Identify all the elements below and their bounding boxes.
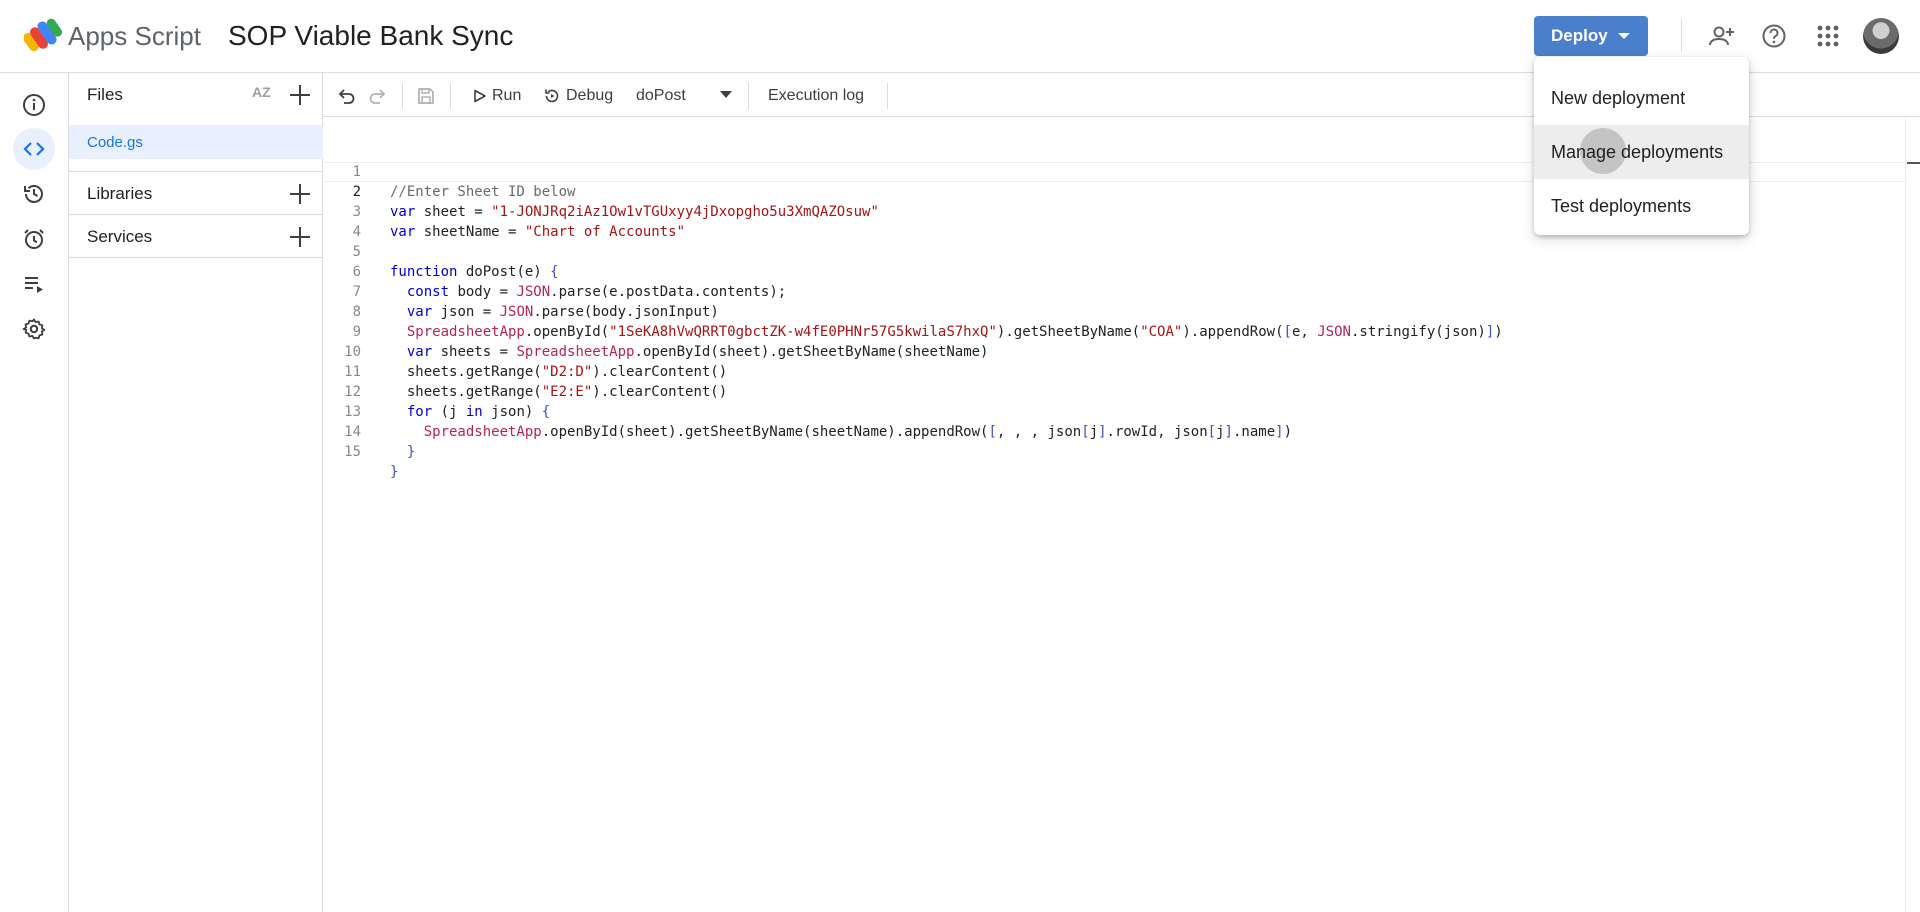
add-library-icon[interactable] (288, 182, 312, 206)
code-line[interactable]: 15 } (323, 422, 1905, 480)
toolbar-divider (748, 83, 749, 109)
run-label: Run (492, 87, 522, 104)
settings-icon[interactable] (13, 308, 55, 350)
deploy-button[interactable]: Deploy (1534, 16, 1648, 56)
undo-icon[interactable] (337, 83, 357, 109)
line-number: 15 (344, 444, 361, 460)
left-navigation-rail (0, 73, 69, 912)
toolbar-divider (887, 83, 888, 109)
menu-item-label: Test deployments (1551, 195, 1692, 216)
code-line[interactable]: 10 sheets.getRange("D2:D").clearContent(… (323, 322, 1905, 380)
redo-icon[interactable] (367, 83, 387, 109)
code-line[interactable]: 11 sheets.getRange("E2:E").clearContent(… (323, 342, 1905, 400)
menu-item-manage-deployments[interactable]: Manage deployments (1534, 125, 1749, 179)
menu-item-test-deployments[interactable]: Test deployments (1534, 179, 1749, 233)
deploy-menu: New deployment Manage deployments Test d… (1534, 57, 1749, 235)
file-item-code-gs[interactable]: Code.gs (69, 125, 323, 159)
add-person-icon[interactable] (1706, 20, 1738, 52)
section-divider (69, 257, 323, 258)
code-line[interactable]: 13 SpreadsheetApp.openById(sheet).getShe… (323, 382, 1905, 440)
sort-az-icon[interactable]: AZ (252, 84, 271, 100)
code-line[interactable]: 8 SpreadsheetApp.openById("1SeKA8hVwQRRT… (323, 282, 1905, 340)
menu-item-new-deployment[interactable]: New deployment (1534, 71, 1749, 125)
project-title[interactable]: SOP Viable Bank Sync (228, 20, 513, 52)
editor-scrollbar[interactable] (1905, 117, 1920, 912)
debug-icon (545, 89, 559, 103)
run-button[interactable]: Run (473, 83, 521, 109)
files-panel: Files AZ Code.gs Libraries Services (69, 73, 323, 912)
function-select-value: doPost (636, 87, 686, 104)
chevron-down-icon (1618, 33, 1630, 39)
menu-item-label: Manage deployments (1551, 141, 1724, 162)
play-icon (474, 89, 486, 103)
avatar[interactable] (1863, 18, 1899, 54)
code-line[interactable]: 12 for (j in json) { (323, 362, 1905, 420)
apps-script-logo[interactable] (23, 18, 63, 52)
function-select[interactable]: doPost (636, 83, 686, 109)
toolbar-divider (450, 83, 451, 109)
execution-log-label: Execution log (768, 87, 865, 104)
header-divider (1681, 20, 1682, 52)
history-icon[interactable] (13, 173, 55, 215)
executions-icon[interactable] (13, 263, 55, 305)
files-header: Files AZ (69, 73, 323, 116)
info-icon[interactable] (13, 84, 55, 126)
code-editor[interactable]: 1 //Enter Sheet ID below 2 var sheet = "… (323, 117, 1905, 912)
libraries-label: Libraries (87, 184, 153, 203)
debug-button[interactable]: Debug (543, 83, 613, 109)
code-icon[interactable] (13, 128, 55, 170)
file-name: Code.gs (87, 134, 143, 151)
app-name[interactable]: Apps Script (68, 21, 201, 52)
chevron-down-icon[interactable] (720, 91, 732, 98)
code-line[interactable]: 6 const body = JSON.parse(e.postData.con… (323, 242, 1905, 300)
menu-item-label: New deployment (1551, 87, 1686, 108)
code-text: } (390, 464, 399, 480)
execution-log-button[interactable]: Execution log (768, 83, 864, 109)
save-icon[interactable] (416, 83, 436, 109)
libraries-section[interactable]: Libraries (69, 171, 323, 214)
add-service-icon[interactable] (288, 225, 312, 249)
services-section[interactable]: Services (69, 214, 323, 257)
alarm-icon[interactable] (13, 218, 55, 260)
code-line[interactable]: 9 var sheets = SpreadsheetApp.openById(s… (323, 302, 1905, 360)
apps-grid-icon[interactable] (1812, 20, 1844, 52)
code-line[interactable]: 14 } (323, 402, 1905, 460)
code-text: } (406, 444, 416, 460)
add-file-icon[interactable] (288, 83, 312, 107)
toolbar-divider (402, 83, 403, 109)
deploy-button-label: Deploy (1551, 26, 1608, 45)
help-icon[interactable] (1758, 20, 1790, 52)
scrollbar-cursor-marker (1907, 162, 1920, 164)
debug-label: Debug (566, 87, 614, 104)
services-label: Services (87, 227, 153, 246)
files-title: Files (87, 85, 123, 104)
code-line[interactable]: 7 var json = JSON.parse(body.jsonInput) (323, 262, 1905, 320)
